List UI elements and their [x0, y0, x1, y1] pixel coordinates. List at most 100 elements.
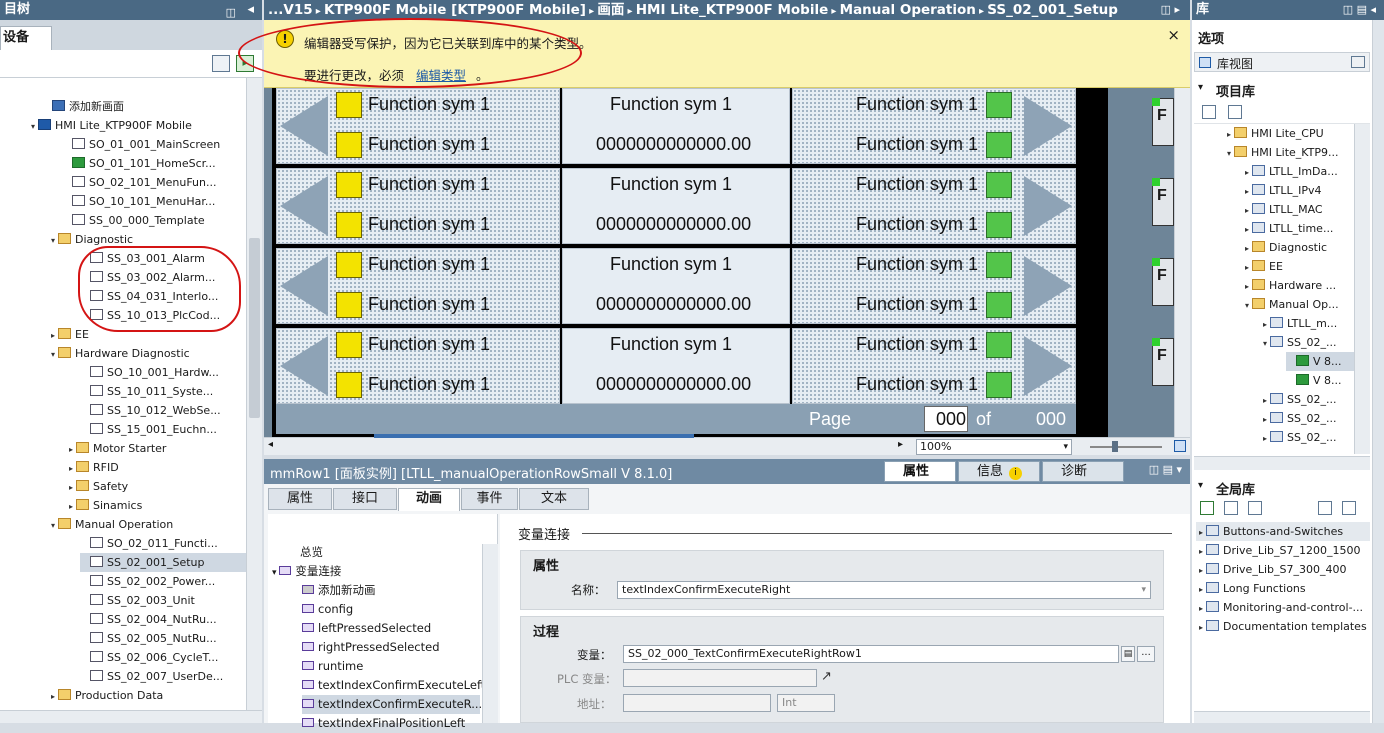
- panel-window-icon[interactable]: ◫: [226, 3, 236, 20]
- inspector-tab-properties[interactable]: 属性: [884, 461, 956, 482]
- plc-var-goto-icon[interactable]: ↗: [821, 669, 832, 684]
- project-tree-hscroll[interactable]: [0, 710, 262, 723]
- chevron-down-icon[interactable]: ▾: [1224, 144, 1234, 162]
- chevron-down-icon[interactable]: ▾: [48, 516, 58, 534]
- zoom-select[interactable]: 100% ▾: [916, 439, 1072, 455]
- chevron-right-icon[interactable]: ▸: [1242, 163, 1252, 181]
- tree-item[interactable]: SO_10_001_Hardw...: [80, 363, 246, 382]
- inspector-nav-item[interactable]: textIndexConfirmExecuteR...: [302, 695, 482, 714]
- tree-item[interactable]: SS_02_006_CycleT...: [80, 648, 246, 667]
- chevron-right-icon[interactable]: ▸: [1260, 391, 1270, 409]
- inspector-nav-item[interactable]: leftPressedSelected: [302, 619, 480, 638]
- chevron-right-icon[interactable]: ▸: [1242, 258, 1252, 276]
- global-library-item[interactable]: ▸ Documentation templates: [1196, 617, 1370, 636]
- project-library-item[interactable]: ▸ SS_02_...: [1260, 390, 1354, 409]
- project-library-item[interactable]: ▾ HMI Lite_KTP9...: [1224, 143, 1354, 162]
- lib-toolbar-icon-1[interactable]: [1202, 105, 1216, 119]
- global-library-item[interactable]: ▸ Monitoring-and-control-...: [1196, 598, 1370, 617]
- chevron-right-icon[interactable]: ▸: [1242, 182, 1252, 200]
- var-field[interactable]: SS_02_000_TextConfirmExecuteRightRow1: [623, 645, 1119, 663]
- chevron-right-icon[interactable]: ▸: [1196, 618, 1206, 636]
- left-arrow-icon[interactable]: [280, 336, 328, 396]
- chevron-right-icon[interactable]: ▸: [1242, 277, 1252, 295]
- chevron-right-icon[interactable]: ▸: [1196, 542, 1206, 560]
- inspector-nav-item[interactable]: 总览: [300, 543, 480, 562]
- project-library-item[interactable]: ▾ Manual Op...: [1242, 295, 1354, 314]
- tree-item[interactable]: 添加新画面: [42, 97, 246, 116]
- project-library-item[interactable]: ▸ LTLL_MAC: [1242, 200, 1354, 219]
- inspector-nav-item[interactable]: textIndexConfirmExecuteLeft: [302, 676, 485, 695]
- global-library-hscroll[interactable]: [1194, 711, 1370, 723]
- global-library-item[interactable]: ▸ Drive_Lib_S7_1200_1500: [1196, 541, 1370, 560]
- chevron-right-icon[interactable]: ▸: [48, 687, 58, 705]
- inspector-subtab[interactable]: 动画: [398, 488, 460, 511]
- chevron-right-icon[interactable]: ▸: [66, 440, 76, 458]
- global-lib-icon-3[interactable]: [1248, 501, 1262, 515]
- tree-item[interactable]: SO_02_011_Functi...: [80, 534, 246, 553]
- breadcrumb-item[interactable]: 画面: [597, 2, 624, 18]
- chevron-right-icon[interactable]: ▸: [66, 478, 76, 496]
- chevron-down-icon[interactable]: ▾: [48, 231, 58, 249]
- tree-item[interactable]: ▸ Motor Starter: [66, 439, 246, 458]
- breadcrumb-item[interactable]: HMI Lite_KTP900F Mobile: [636, 2, 829, 18]
- warning-close-button[interactable]: ×: [1167, 26, 1180, 44]
- inspector-tab-info[interactable]: 信息 i: [958, 461, 1040, 482]
- left-arrow-icon[interactable]: [280, 176, 328, 236]
- breadcrumb-item[interactable]: ...V15: [268, 2, 313, 18]
- chevron-down-icon[interactable]: ▾: [272, 568, 279, 578]
- zoom-slider-handle[interactable]: [1112, 441, 1118, 452]
- editor-window-icon[interactable]: ◫ ▸: [1161, 0, 1180, 20]
- address-field[interactable]: [623, 694, 771, 712]
- global-library-item[interactable]: ▸ Drive_Lib_S7_300_400: [1196, 560, 1370, 579]
- project-library-item[interactable]: ▸ EE: [1242, 257, 1354, 276]
- chevron-right-icon[interactable]: ▸: [66, 497, 76, 515]
- inspector-nav-item[interactable]: runtime: [302, 657, 480, 676]
- global-library-item[interactable]: ▸ Long Functions: [1196, 579, 1370, 598]
- chevron-right-icon[interactable]: ▸: [1242, 201, 1252, 219]
- chevron-right-icon[interactable]: ▸: [1260, 315, 1270, 333]
- inspector-subtab[interactable]: 文本: [519, 488, 589, 510]
- tree-item[interactable]: SS_02_001_Setup: [80, 553, 246, 572]
- plc-var-field[interactable]: [623, 669, 817, 687]
- lib-view-toggle-icon[interactable]: [1351, 56, 1365, 68]
- inspector-window-icon[interactable]: ◫ ▤ ▾: [1149, 463, 1182, 476]
- tree-item[interactable]: SS_10_012_WebSe...: [80, 401, 246, 420]
- inspector-nav-scrollbar[interactable]: [482, 544, 498, 723]
- right-arrow-icon[interactable]: [1024, 96, 1072, 156]
- breadcrumb-item[interactable]: SS_02_001_Setup: [987, 2, 1118, 18]
- side-function-button[interactable]: F: [1152, 98, 1174, 146]
- project-library-item[interactable]: ▸ LTLL_ImDa...: [1242, 162, 1354, 181]
- chevron-right-icon[interactable]: ▸: [66, 459, 76, 477]
- editor-hscroll-thumb[interactable]: [374, 434, 694, 438]
- devices-tab[interactable]: 设备: [0, 26, 52, 50]
- project-library-header[interactable]: ▾ 项目库: [1194, 80, 1370, 100]
- chevron-right-icon[interactable]: ▸: [1242, 239, 1252, 257]
- chevron-right-icon[interactable]: ▸: [1196, 523, 1206, 541]
- tree-item[interactable]: ▸ Sinamics: [66, 496, 246, 515]
- side-function-button[interactable]: F: [1152, 258, 1174, 306]
- tree-item[interactable]: ▸ Safety: [66, 477, 246, 496]
- chevron-right-icon[interactable]: ▸: [1196, 580, 1206, 598]
- project-library-item[interactable]: ▸ SS_02_...: [1260, 428, 1354, 447]
- project-library-item[interactable]: ▸ LTLL_IPv4: [1242, 181, 1354, 200]
- inspector-nav-item[interactable]: rightPressedSelected: [302, 638, 480, 657]
- inspector-nav-item[interactable]: ▾ 变量连接: [272, 562, 480, 581]
- zoom-fit-icon[interactable]: [1174, 440, 1186, 452]
- right-arrow-icon[interactable]: [1024, 256, 1072, 316]
- chevron-down-icon[interactable]: ▾: [1260, 334, 1270, 352]
- project-library-item[interactable]: ▸ LTLL_time...: [1242, 219, 1354, 238]
- inspector-subtab[interactable]: 属性: [268, 488, 332, 510]
- breadcrumb-item[interactable]: KTP900F Mobile [KTP900F Mobile]: [324, 2, 586, 18]
- network-view-icon[interactable]: [212, 55, 230, 72]
- chevron-right-icon[interactable]: ▸: [48, 326, 58, 344]
- chevron-right-icon[interactable]: ▸: [1260, 410, 1270, 428]
- lib-view-row[interactable]: 库视图: [1194, 52, 1370, 72]
- project-library-item[interactable]: ▸ SS_02_...: [1260, 409, 1354, 428]
- global-lib-icon-5[interactable]: [1342, 501, 1356, 515]
- side-function-button[interactable]: F: [1152, 338, 1174, 386]
- chevron-down-icon[interactable]: ▾: [1198, 480, 1203, 491]
- project-library-item[interactable]: ▸ LTLL_m...: [1260, 314, 1354, 333]
- tree-item[interactable]: SS_02_002_Power...: [80, 572, 246, 591]
- hscroll-left-arrow[interactable]: ◂: [268, 439, 273, 450]
- tree-item[interactable]: ▾ Hardware Diagnostic: [48, 344, 246, 363]
